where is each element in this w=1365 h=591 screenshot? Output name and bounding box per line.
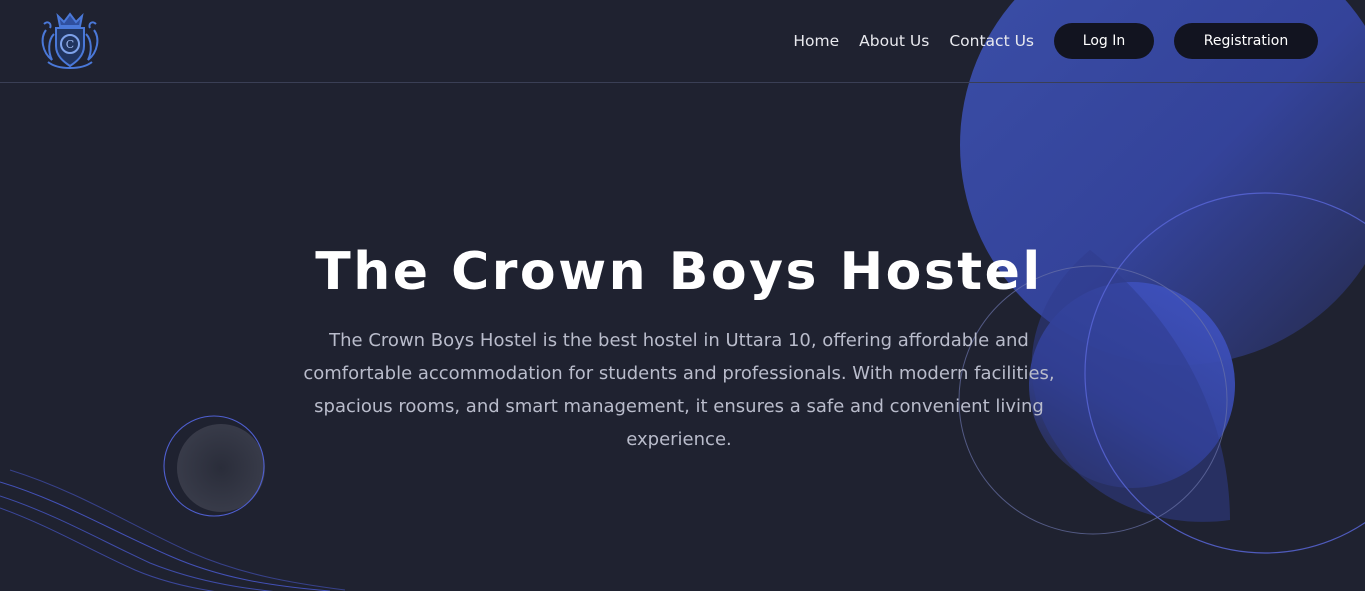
crest-icon: C xyxy=(41,12,99,69)
crown-crest-logo[interactable]: C xyxy=(38,10,102,72)
small-orb-ring xyxy=(163,415,265,517)
svg-text:C: C xyxy=(66,38,74,51)
hero-title: The Crown Boys Hostel xyxy=(315,242,1043,302)
small-grey-orb xyxy=(177,424,265,512)
nav-home-link[interactable]: Home xyxy=(793,32,839,50)
nav-about-link[interactable]: About Us xyxy=(859,32,929,50)
nav-links: Home About Us Contact Us Log In Registra… xyxy=(793,23,1318,59)
registration-button[interactable]: Registration xyxy=(1174,23,1318,59)
login-button[interactable]: Log In xyxy=(1054,23,1154,59)
outline-ring-large xyxy=(1084,192,1365,554)
nav-contact-link[interactable]: Contact Us xyxy=(949,32,1034,50)
wave-lines xyxy=(0,469,346,591)
hero-description: The Crown Boys Hostel is the best hostel… xyxy=(303,330,1055,450)
hero-section: The Crown Boys Hostel The Crown Boys Hos… xyxy=(280,232,1078,456)
top-navbar: C Home About Us Contact Us Log In Regist… xyxy=(0,0,1365,83)
